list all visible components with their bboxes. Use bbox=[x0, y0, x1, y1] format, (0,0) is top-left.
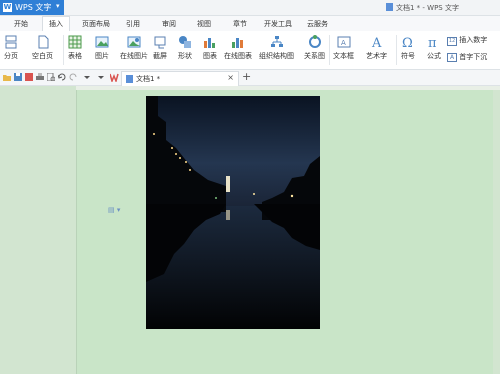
document-tab[interactable]: 文档1 * × bbox=[121, 71, 239, 86]
tab-cloud[interactable]: 云服务 bbox=[307, 19, 328, 29]
org-chart-button[interactable]: 组织结构图 bbox=[259, 35, 294, 61]
export-pdf-icon[interactable] bbox=[25, 73, 33, 81]
screenshot-button[interactable]: 截屏 bbox=[153, 35, 167, 61]
table-button[interactable]: 表格 bbox=[68, 35, 82, 61]
close-icon[interactable]: × bbox=[227, 73, 234, 82]
online-chart-icon bbox=[232, 38, 243, 48]
undo-icon[interactable] bbox=[58, 73, 66, 81]
title-bar: W WPS 文字 ▾ 文档1 * - WPS 文字 bbox=[0, 0, 500, 16]
relation-chart-icon bbox=[308, 35, 321, 48]
tab-page-layout[interactable]: 页面布局 bbox=[82, 19, 110, 29]
blank-page-button[interactable]: 空白页 bbox=[32, 35, 53, 61]
wordart-icon: A bbox=[371, 36, 382, 49]
drop-cap-icon: A bbox=[447, 53, 457, 62]
save-icon[interactable] bbox=[14, 73, 22, 81]
drop-cap-button[interactable]: A 首字下沉 bbox=[447, 52, 487, 62]
chevron-down-icon: ▾ bbox=[56, 2, 60, 10]
pi-icon: π bbox=[428, 36, 437, 49]
svg-text:A: A bbox=[341, 39, 346, 47]
online-picture-button[interactable]: 在线图片 bbox=[120, 35, 148, 61]
shapes-button[interactable]: 形状 bbox=[178, 35, 192, 61]
paragraph-layout-icon[interactable]: ▤ ▾ bbox=[108, 206, 120, 214]
tab-insert[interactable]: 插入 bbox=[42, 16, 70, 32]
page-break-button[interactable]: 分页 bbox=[4, 35, 18, 61]
wordart-button[interactable]: A 艺术字 bbox=[366, 35, 387, 61]
wps-logo-icon[interactable] bbox=[110, 73, 119, 82]
blank-page-icon bbox=[38, 35, 48, 49]
chevron-down-icon[interactable] bbox=[97, 73, 105, 81]
omega-icon: Ω bbox=[402, 36, 413, 49]
night-river-photo bbox=[146, 96, 320, 329]
svg-text:Ω: Ω bbox=[402, 36, 413, 49]
insert-number-button[interactable]: 12 插入数字 bbox=[447, 35, 487, 46]
picture-button[interactable]: 图片 bbox=[95, 35, 109, 61]
screenshot-icon bbox=[154, 36, 166, 49]
menu-tabs: 开始 插入 页面布局 引用 审阅 视图 章节 开发工具 云服务 bbox=[0, 16, 500, 32]
ribbon-separator bbox=[396, 35, 397, 65]
number-icon: 12 bbox=[447, 37, 457, 46]
relation-chart-button[interactable]: 关系图 bbox=[304, 35, 325, 61]
org-chart-icon bbox=[270, 36, 283, 47]
app-menu-button[interactable]: W WPS 文字 ▾ bbox=[0, 0, 64, 15]
inserted-image[interactable] bbox=[146, 96, 320, 329]
tab-chapter[interactable]: 章节 bbox=[233, 19, 247, 29]
formula-button[interactable]: π 公式 bbox=[427, 35, 441, 61]
table-icon bbox=[68, 35, 82, 49]
tab-developer[interactable]: 开发工具 bbox=[264, 19, 292, 29]
app-name: WPS 文字 bbox=[15, 3, 52, 12]
online-picture-icon bbox=[127, 36, 141, 48]
tab-review[interactable]: 审阅 bbox=[162, 19, 176, 29]
symbol-button[interactable]: Ω 符号 bbox=[401, 35, 415, 61]
window-title: 文档1 * - WPS 文字 bbox=[386, 3, 459, 13]
document-icon bbox=[126, 75, 133, 83]
chart-icon bbox=[204, 38, 215, 48]
ribbon-separator bbox=[329, 35, 330, 65]
new-tab-button[interactable]: + bbox=[242, 71, 251, 83]
open-folder-icon[interactable] bbox=[3, 73, 11, 81]
chart-button[interactable]: 图表 bbox=[203, 35, 217, 61]
tab-home[interactable]: 开始 bbox=[14, 19, 28, 29]
textbox-icon: A bbox=[337, 36, 350, 48]
ribbon-separator bbox=[63, 35, 64, 65]
textbox-button[interactable]: A 文本框 bbox=[333, 35, 354, 61]
ribbon-insert: 分页 空白页 表格 图片 在线图片 截屏 形状 图表 在线图表 组织结构图 关系… bbox=[0, 31, 500, 70]
shapes-icon bbox=[179, 36, 191, 48]
svg-text:π: π bbox=[428, 36, 437, 49]
wps-logo-icon: W bbox=[3, 3, 12, 12]
tab-view[interactable]: 视图 bbox=[197, 19, 211, 29]
print-preview-icon[interactable] bbox=[47, 73, 55, 81]
page-break-icon bbox=[5, 35, 17, 49]
tab-references[interactable]: 引用 bbox=[126, 19, 140, 29]
svg-text:A: A bbox=[371, 36, 382, 49]
online-chart-button[interactable]: 在线图表 bbox=[224, 35, 252, 61]
customize-dropdown-icon[interactable] bbox=[83, 73, 91, 81]
print-icon[interactable] bbox=[36, 73, 44, 81]
picture-icon bbox=[95, 36, 109, 48]
redo-icon[interactable] bbox=[69, 73, 77, 81]
document-icon bbox=[386, 3, 393, 11]
